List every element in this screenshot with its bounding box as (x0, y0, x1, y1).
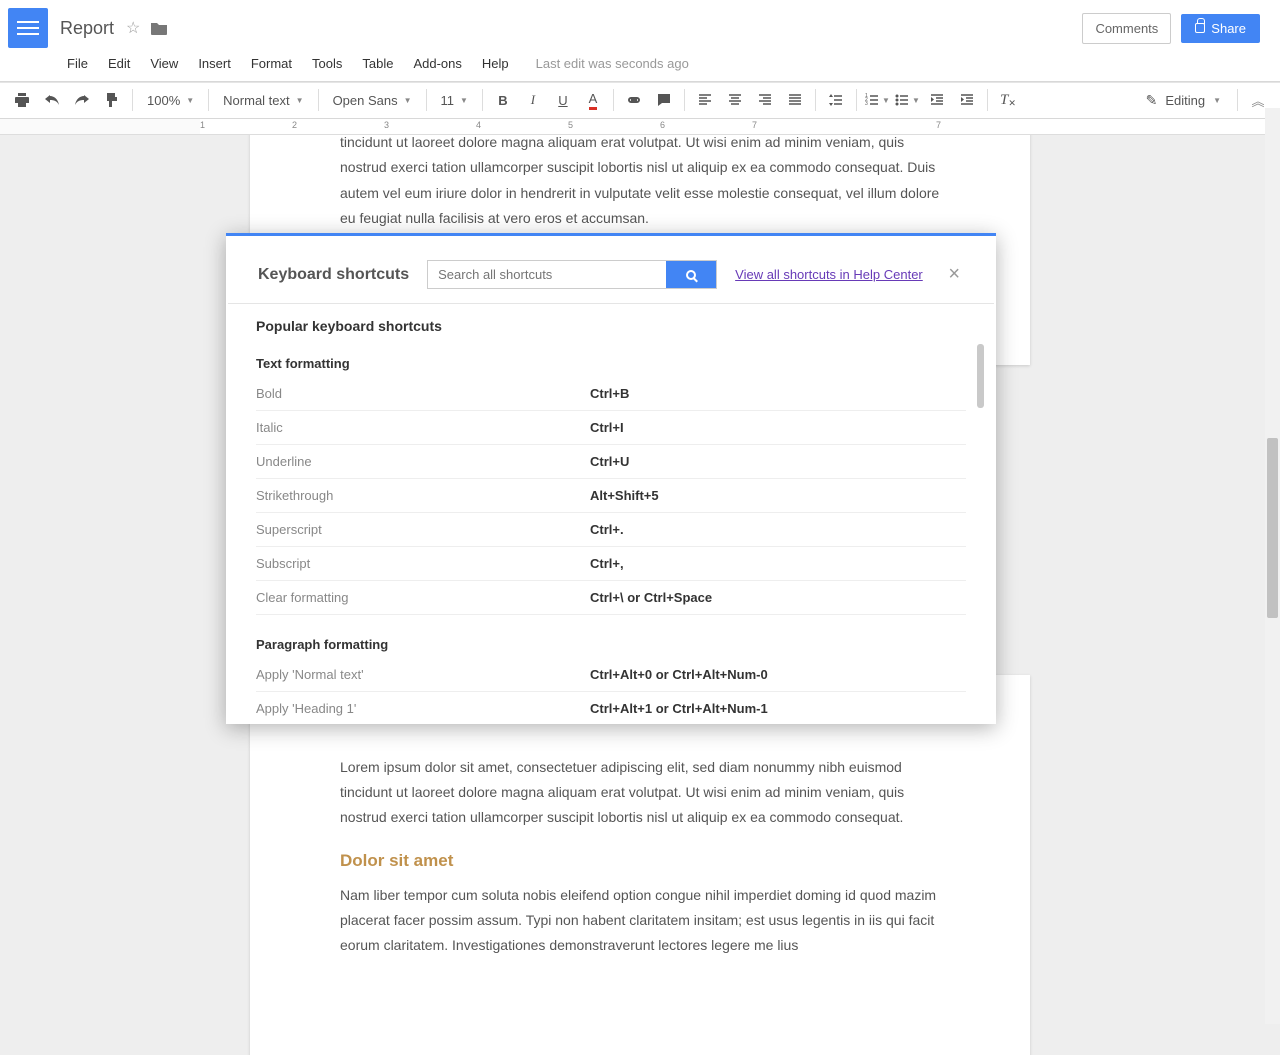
pencil-icon: ✎ (1146, 92, 1158, 109)
paragraph[interactable]: Lorem ipsum dolor sit amet, consectetuer… (340, 755, 940, 831)
shortcut-row: BoldCtrl+B (256, 377, 966, 411)
scrollbar[interactable] (1265, 108, 1280, 1024)
shortcut-row: SuperscriptCtrl+. (256, 513, 966, 547)
lock-icon (1195, 23, 1205, 33)
line-spacing-icon[interactable] (822, 86, 850, 114)
editing-mode-select[interactable]: ✎ Editing ▼ (1136, 92, 1231, 109)
menu-edit[interactable]: Edit (99, 52, 139, 75)
numbered-list-icon[interactable]: 123▼ (863, 86, 891, 114)
last-edit-text[interactable]: Last edit was seconds ago (536, 56, 689, 71)
star-icon[interactable]: ☆ (126, 18, 140, 38)
zoom-select[interactable]: 100%▼ (139, 86, 202, 114)
comments-button[interactable]: Comments (1082, 13, 1171, 44)
ruler[interactable]: 1 2 3 4 5 6 7 7 (0, 119, 1280, 135)
search-input[interactable] (428, 261, 666, 288)
print-icon[interactable] (8, 86, 36, 114)
comment-icon[interactable] (650, 86, 678, 114)
menu-tools[interactable]: Tools (303, 52, 351, 75)
clear-formatting-icon[interactable]: T✕ (994, 86, 1022, 114)
bulleted-list-icon[interactable]: ▼ (893, 86, 921, 114)
group-heading: Text formatting (256, 356, 966, 371)
title-row: Report ☆ Comments Share (0, 0, 1280, 48)
share-label: Share (1211, 21, 1246, 36)
paragraph-style-select[interactable]: Normal text▼ (215, 86, 311, 114)
shortcut-row: SubscriptCtrl+, (256, 547, 966, 581)
align-justify-icon[interactable] (781, 86, 809, 114)
menu-bar: File Edit View Insert Format Tools Table… (0, 48, 1280, 81)
menu-table[interactable]: Table (353, 52, 402, 75)
shortcut-row: StrikethroughAlt+Shift+5 (256, 479, 966, 513)
search-shortcuts-group (427, 260, 717, 289)
editing-mode-label: Editing (1165, 93, 1205, 108)
dialog-header: Keyboard shortcuts View all shortcuts in… (228, 236, 994, 304)
search-button[interactable] (666, 261, 716, 288)
share-button[interactable]: Share (1181, 14, 1260, 43)
paragraph[interactable]: Nam liber tempor cum soluta nobis eleife… (340, 883, 940, 959)
shortcut-row: ItalicCtrl+I (256, 411, 966, 445)
decrease-indent-icon[interactable] (923, 86, 951, 114)
dialog-title: Keyboard shortcuts (258, 266, 409, 284)
header: Report ☆ Comments Share File Edit View I… (0, 0, 1280, 82)
shortcut-row: Clear formattingCtrl+\ or Ctrl+Space (256, 581, 966, 615)
text-color-icon[interactable]: A (579, 86, 607, 114)
menu-file[interactable]: File (58, 52, 97, 75)
dialog-scrollbar-thumb[interactable] (977, 344, 984, 408)
redo-icon[interactable] (68, 86, 96, 114)
dialog-body[interactable]: Popular keyboard shortcuts Text formatti… (226, 304, 996, 724)
italic-icon[interactable]: I (519, 86, 547, 114)
underline-icon[interactable]: U (549, 86, 577, 114)
align-center-icon[interactable] (721, 86, 749, 114)
heading[interactable]: Dolor sit amet (340, 851, 940, 871)
help-center-link[interactable]: View all shortcuts in Help Center (735, 267, 923, 282)
menu-format[interactable]: Format (242, 52, 301, 75)
document-title[interactable]: Report (60, 18, 114, 39)
scrollbar-thumb[interactable] (1267, 438, 1278, 618)
toolbar: 100%▼ Normal text▼ Open Sans▼ 11▼ B I U … (0, 82, 1280, 119)
menu-insert[interactable]: Insert (189, 52, 240, 75)
menu-help[interactable]: Help (473, 52, 518, 75)
paragraph[interactable]: Lorem ipsum dolor sit amet, consectetuer… (340, 135, 940, 231)
font-select[interactable]: Open Sans▼ (325, 86, 420, 114)
align-left-icon[interactable] (691, 86, 719, 114)
menu-view[interactable]: View (141, 52, 187, 75)
section-heading: Popular keyboard shortcuts (256, 318, 966, 334)
font-size-select[interactable]: 11▼ (433, 86, 476, 114)
document-page[interactable]: Lorem ipsum dolor sit amet, consectetuer… (250, 675, 1030, 1055)
undo-icon[interactable] (38, 86, 66, 114)
keyboard-shortcuts-dialog: Keyboard shortcuts View all shortcuts in… (226, 233, 996, 724)
align-right-icon[interactable] (751, 86, 779, 114)
bold-icon[interactable]: B (489, 86, 517, 114)
paint-format-icon[interactable] (98, 86, 126, 114)
shortcut-row: Apply 'Heading 1'Ctrl+Alt+1 or Ctrl+Alt+… (256, 692, 966, 724)
svg-text:3: 3 (865, 101, 868, 107)
folder-icon[interactable] (150, 21, 168, 35)
docs-logo[interactable] (8, 8, 48, 48)
group-heading: Paragraph formatting (256, 637, 966, 652)
menu-addons[interactable]: Add-ons (404, 52, 470, 75)
shortcut-row: UnderlineCtrl+U (256, 445, 966, 479)
search-icon (686, 270, 696, 280)
link-icon[interactable] (620, 86, 648, 114)
increase-indent-icon[interactable] (953, 86, 981, 114)
shortcut-row: Apply 'Normal text'Ctrl+Alt+0 or Ctrl+Al… (256, 658, 966, 692)
close-icon[interactable]: × (944, 263, 964, 286)
